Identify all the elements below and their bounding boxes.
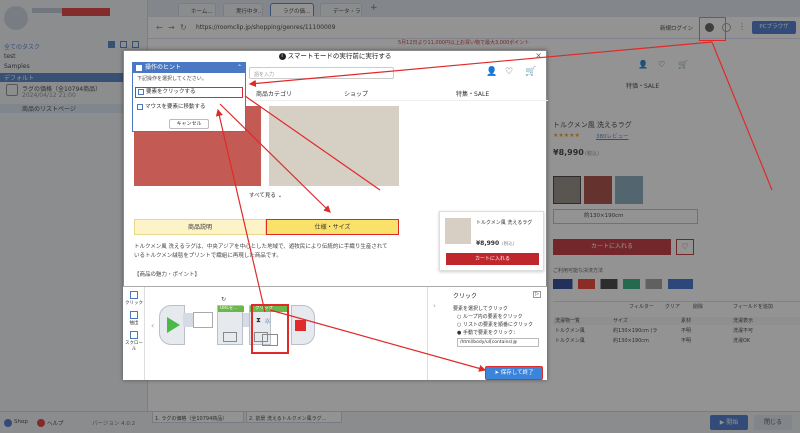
arrow-line <box>244 95 381 191</box>
arrow-line <box>711 41 773 191</box>
arrow-line <box>269 309 487 372</box>
annotation-arrows <box>215 41 773 372</box>
arrow-line <box>248 41 713 88</box>
arrow-line <box>215 108 266 313</box>
arrow-line <box>219 103 331 213</box>
